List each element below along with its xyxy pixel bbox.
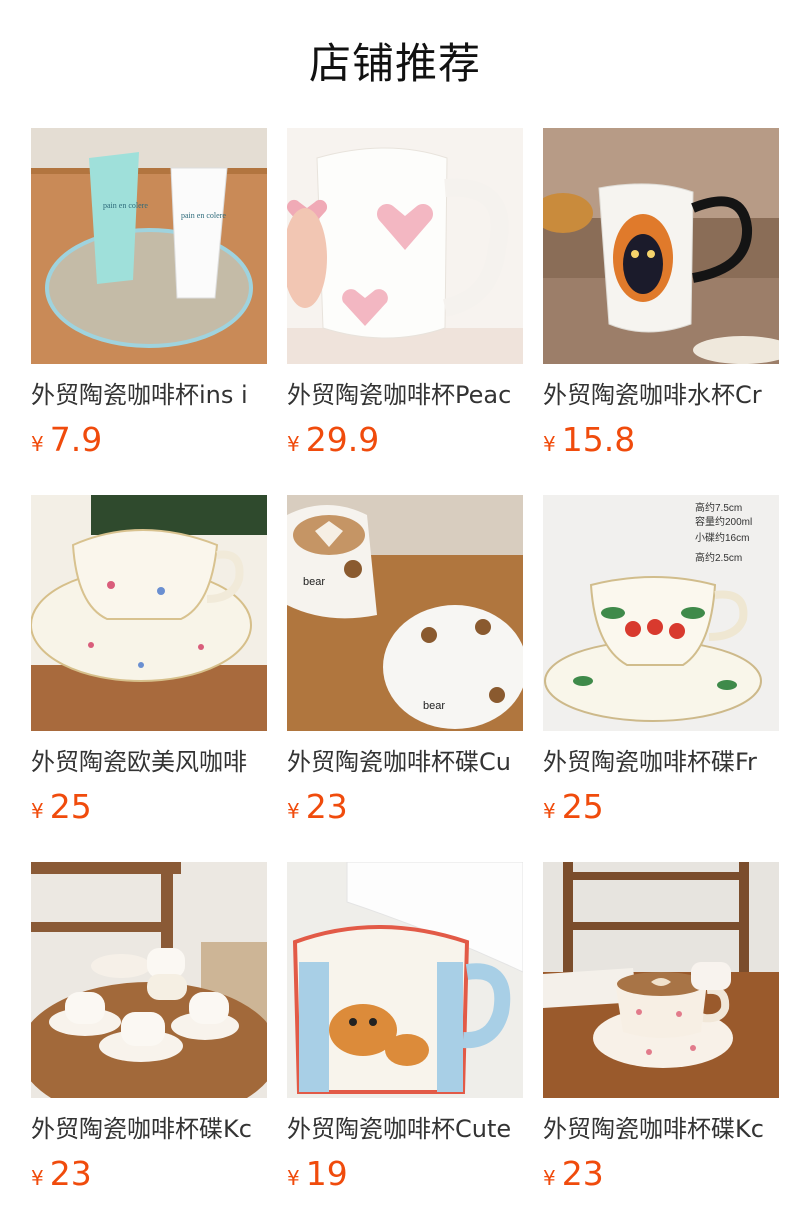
currency-symbol: ¥: [543, 1166, 556, 1190]
heart-mug-image: [287, 128, 523, 364]
currency-symbol: ¥: [31, 432, 44, 456]
floral-teacup-image: [31, 495, 267, 731]
dog-mug-image: [287, 862, 523, 1098]
page-title: 店铺推荐: [308, 39, 481, 88]
price-row: ¥25: [543, 785, 779, 829]
cup-set-table-image: [31, 862, 267, 1098]
product-card[interactable]: bear bear 外贸陶瓷咖啡杯碟Cu ¥23: [287, 495, 523, 829]
spec-text: 小碟约16cm: [695, 531, 749, 544]
product-name[interactable]: 外贸陶瓷咖啡杯碟Kc: [543, 1112, 779, 1146]
product-name[interactable]: 外贸陶瓷咖啡水杯Cr: [543, 378, 779, 412]
product-image[interactable]: pain en colere pain en colere: [31, 128, 267, 364]
currency-symbol: ¥: [287, 1166, 300, 1190]
spec-text: 高约7.5cm: [695, 501, 742, 514]
bear-text: bear: [423, 700, 445, 712]
product-image[interactable]: [287, 128, 523, 364]
price-row: ¥23: [31, 1152, 267, 1196]
product-card[interactable]: 外贸陶瓷咖啡杯碟Kc ¥23: [543, 862, 779, 1196]
svg-text:pain en colere: pain en colere: [181, 211, 226, 220]
price-row: ¥23: [287, 785, 523, 829]
product-name[interactable]: 外贸陶瓷咖啡杯碟Kc: [31, 1112, 267, 1146]
product-price: 23: [561, 1154, 604, 1193]
product-price: 25: [49, 787, 92, 826]
currency-symbol: ¥: [31, 799, 44, 823]
product-card[interactable]: pain en colere pain en colere 外贸陶瓷咖啡杯ins…: [31, 128, 267, 462]
currency-symbol: ¥: [287, 799, 300, 823]
product-name[interactable]: 外贸陶瓷咖啡杯碟Cu: [287, 745, 523, 779]
product-image[interactable]: [543, 862, 779, 1098]
product-card[interactable]: 外贸陶瓷咖啡杯碟Kc ¥23: [31, 862, 267, 1196]
price-row: ¥7.9: [31, 418, 267, 462]
product-price: 25: [561, 787, 604, 826]
product-price: 19: [305, 1154, 348, 1193]
product-card[interactable]: 高约7.5cm 容量约200ml 小碟约16cm 高约2.5cm 外贸陶瓷咖啡杯…: [543, 495, 779, 829]
product-image[interactable]: bear bear: [287, 495, 523, 731]
product-price: 23: [305, 787, 348, 826]
product-card[interactable]: 外贸陶瓷欧美风咖啡 ¥25: [31, 495, 267, 829]
price-row: ¥23: [543, 1152, 779, 1196]
price-row: ¥25: [31, 785, 267, 829]
product-card[interactable]: 外贸陶瓷咖啡杯Peac ¥29.9: [287, 128, 523, 462]
product-price: 23: [49, 1154, 92, 1193]
currency-symbol: ¥: [543, 799, 556, 823]
price-row: ¥15.8: [543, 418, 779, 462]
product-card[interactable]: 外贸陶瓷咖啡水杯Cr ¥15.8: [543, 128, 779, 462]
product-name[interactable]: 外贸陶瓷咖啡杯ins i: [31, 378, 267, 412]
currency-symbol: ¥: [31, 1166, 44, 1190]
product-name[interactable]: 外贸陶瓷咖啡杯Cute: [287, 1112, 523, 1146]
product-price: 7.9: [49, 420, 103, 459]
product-name[interactable]: 外贸陶瓷咖啡杯Peac: [287, 378, 523, 412]
currency-symbol: ¥: [287, 432, 300, 456]
product-name[interactable]: 外贸陶瓷咖啡杯碟Fr: [543, 745, 779, 779]
spec-text: 容量约200ml: [695, 515, 752, 528]
tumblers-in-basket-image: pain en colere pain en colere: [31, 128, 267, 364]
product-image[interactable]: [287, 862, 523, 1098]
product-name[interactable]: 外贸陶瓷欧美风咖啡: [31, 745, 267, 779]
svg-text:pain en colere: pain en colere: [103, 201, 148, 210]
product-image[interactable]: [31, 495, 267, 731]
latte-cup-image: [543, 862, 779, 1098]
price-row: ¥29.9: [287, 418, 523, 462]
product-image[interactable]: 高约7.5cm 容量约200ml 小碟约16cm 高约2.5cm: [543, 495, 779, 731]
product-price: 15.8: [561, 420, 636, 459]
bear-text: bear: [303, 576, 325, 588]
product-image[interactable]: [31, 862, 267, 1098]
spec-text: 高约2.5cm: [695, 551, 742, 564]
product-image[interactable]: [543, 128, 779, 364]
product-price: 29.9: [305, 420, 380, 459]
strawberry-teacup-image: 高约7.5cm 容量约200ml 小碟约16cm 高约2.5cm: [543, 495, 779, 731]
product-card[interactable]: 外贸陶瓷咖啡杯Cute ¥19: [287, 862, 523, 1196]
bear-cup-image: bear bear: [287, 495, 523, 731]
cat-mug-image: [543, 128, 779, 364]
price-row: ¥19: [287, 1152, 523, 1196]
currency-symbol: ¥: [543, 432, 556, 456]
